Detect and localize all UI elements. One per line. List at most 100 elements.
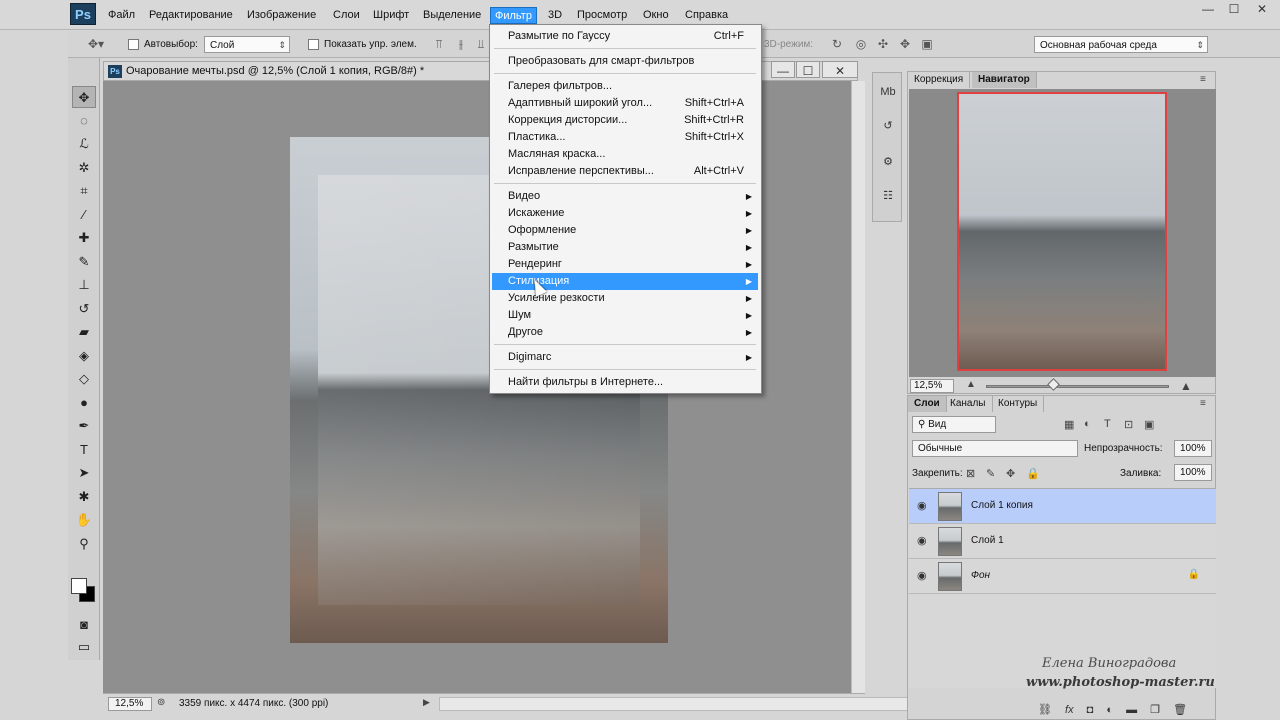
tab-paths[interactable]: Контуры	[992, 396, 1045, 412]
eraser-tool-icon[interactable]: ▰	[72, 321, 96, 343]
maximize-icon[interactable]: ☐	[1222, 0, 1246, 18]
filter-type-icon[interactable]: T	[1104, 418, 1111, 430]
history-icon[interactable]: ↺	[879, 117, 897, 135]
layers-panel-menu-icon[interactable]: ≡	[1200, 398, 1206, 409]
opacity-field[interactable]: 100%	[1174, 440, 1212, 457]
properties-icon[interactable]: ☷	[879, 187, 897, 205]
quick-mask-icon[interactable]: ◙	[72, 614, 96, 636]
filter-menu-item[interactable]: Оформление ▶	[492, 222, 758, 239]
filter-pixel-icon[interactable]: ▦	[1064, 418, 1074, 431]
mask-icon[interactable]: ◘	[1087, 704, 1094, 716]
filter-menu-item[interactable]: Искажение ▶	[492, 205, 758, 222]
eyedropper-tool-icon[interactable]: ⁄	[72, 204, 96, 226]
new-layer-icon[interactable]: ❐	[1150, 704, 1160, 716]
filter-menu-item[interactable]: Коррекция дисторсии... Shift+Ctrl+R	[492, 112, 758, 129]
screen-mode-icon[interactable]: ▭	[72, 636, 96, 658]
status-zoom-field[interactable]: 12,5%	[108, 697, 152, 711]
workspace-dropdown[interactable]: Основная рабочая среда	[1034, 36, 1208, 54]
type-tool-icon[interactable]: T	[72, 439, 96, 461]
align-top-icon[interactable]: ⫪	[432, 37, 446, 51]
folder-icon[interactable]: ▬	[1126, 704, 1137, 716]
filter-menu-item[interactable]: Размытие по Гауссу Ctrl+F	[492, 28, 758, 45]
brush-tool-icon[interactable]: ✎	[72, 251, 96, 273]
path-select-tool-icon[interactable]: ➤	[72, 462, 96, 484]
filter-menu-item[interactable]: Усиление резкости ▶	[492, 290, 758, 307]
filter-menu-item[interactable]: Адаптивный широкий угол... Shift+Ctrl+A	[492, 95, 758, 112]
history-brush-tool-icon[interactable]: ↺	[72, 298, 96, 320]
filter-shape-icon[interactable]: ⊡	[1124, 418, 1133, 431]
menu-help[interactable]: Справка	[681, 7, 732, 24]
rotate-3d-icon[interactable]: ↻	[830, 37, 844, 51]
fx-icon[interactable]: fx	[1065, 704, 1074, 716]
marquee-tool-icon[interactable]: ◌	[72, 110, 96, 132]
lock-transparency-icon[interactable]: ⊠	[966, 467, 975, 480]
menu-file[interactable]: Файл	[104, 7, 139, 24]
move-tool-preset-icon[interactable]: ✥▾	[84, 37, 108, 51]
autoselect-checkbox[interactable]	[128, 39, 139, 50]
actions-icon[interactable]: ⚙	[879, 153, 897, 171]
close-icon[interactable]: ✕	[1250, 0, 1274, 18]
quick-select-tool-icon[interactable]: ✲	[72, 157, 96, 179]
layer-row[interactable]: ◉ Слой 1	[909, 524, 1216, 559]
menu-window[interactable]: Окно	[639, 7, 673, 24]
filter-menu-item[interactable]: Видео ▶	[492, 188, 758, 205]
filter-menu-item[interactable]: Исправление перспективы... Alt+Ctrl+V	[492, 163, 758, 180]
tab-layers[interactable]: Слои	[908, 396, 947, 412]
navigator-zoom-slider[interactable]	[986, 385, 1169, 388]
blur-tool-icon[interactable]: ◇	[72, 368, 96, 390]
doc-close-icon[interactable]: ✕	[822, 61, 858, 78]
filter-menu-item[interactable]: Галерея фильтров...	[492, 78, 758, 95]
crop-tool-icon[interactable]: ⌗	[72, 180, 96, 202]
slide-3d-icon[interactable]: ✥	[898, 37, 912, 51]
status-info-icon[interactable]: ⊚	[157, 697, 165, 708]
clone-stamp-tool-icon[interactable]: ⊥	[72, 274, 96, 296]
filter-smart-icon[interactable]: ▣	[1144, 418, 1154, 431]
filter-menu-item[interactable]: Пластика... Shift+Ctrl+X	[492, 129, 758, 146]
menu-3d[interactable]: 3D	[544, 7, 566, 24]
zoom-tool-icon[interactable]: ⚲	[72, 533, 96, 555]
filter-menu-item[interactable]: Найти фильтры в Интернете...	[492, 374, 758, 391]
menu-type[interactable]: Шрифт	[369, 7, 413, 24]
doc-maximize-icon[interactable]: ☐	[796, 61, 820, 78]
filter-menu-item[interactable]: Преобразовать для смарт-фильтров	[492, 53, 758, 70]
dodge-tool-icon[interactable]: ●	[72, 392, 96, 414]
lock-pixels-icon[interactable]: ✎	[986, 467, 995, 480]
filter-menu-item[interactable]: Масляная краска...	[492, 146, 758, 163]
pan-3d-icon[interactable]: ✣	[876, 37, 890, 51]
align-bottom-icon[interactable]: ⫫	[474, 37, 488, 51]
layer-row[interactable]: ◉ Фон 🔒	[909, 559, 1216, 594]
hand-tool-icon[interactable]: ✋	[72, 509, 96, 531]
blend-mode-dropdown[interactable]: Обычные	[912, 440, 1078, 457]
align-middle-icon[interactable]: ⫲	[454, 37, 468, 51]
menu-image[interactable]: Изображение	[243, 7, 320, 24]
tab-adjustments[interactable]: Коррекция	[908, 72, 971, 88]
filter-adjustment-icon[interactable]: ◐	[1084, 418, 1091, 430]
visibility-eye-icon[interactable]: ◉	[917, 534, 927, 547]
zoom-in-icon[interactable]: ▲	[1180, 379, 1192, 393]
filter-menu-item[interactable]: Другое ▶	[492, 324, 758, 341]
link-icon[interactable]: ⛓	[1038, 704, 1052, 716]
panel-menu-icon[interactable]: ≡	[1200, 74, 1206, 85]
document-horizontal-scrollbar[interactable]	[439, 697, 953, 711]
mini-bridge-icon[interactable]: Mb	[879, 83, 897, 101]
menu-filter[interactable]: Фильтр	[490, 7, 537, 24]
navigator-thumbnail[interactable]	[957, 92, 1167, 371]
filter-menu-item[interactable]: Рендеринг ▶	[492, 256, 758, 273]
doc-minimize-icon[interactable]: —	[771, 61, 795, 78]
tab-channels[interactable]: Каналы	[944, 396, 993, 412]
lock-position-icon[interactable]: ✥	[1006, 467, 1015, 480]
roll-3d-icon[interactable]: ◎	[854, 37, 868, 51]
fill-field[interactable]: 100%	[1174, 464, 1212, 481]
navigator-view[interactable]	[909, 89, 1216, 377]
visibility-eye-icon[interactable]: ◉	[917, 569, 927, 582]
tab-navigator[interactable]: Навигатор	[972, 72, 1037, 88]
trash-icon[interactable]: 🗑	[1173, 704, 1187, 716]
paint-bucket-tool-icon[interactable]: ◈	[72, 345, 96, 367]
menu-view[interactable]: Просмотр	[573, 7, 631, 24]
menu-edit[interactable]: Редактирование	[145, 7, 237, 24]
navigator-zoom-field[interactable]: 12,5%	[910, 379, 954, 393]
zoom-out-icon[interactable]: ▲	[966, 379, 976, 390]
pen-tool-icon[interactable]: ✒	[72, 415, 96, 437]
menu-select[interactable]: Выделение	[419, 7, 485, 24]
filter-menu-item[interactable]: Размытие ▶	[492, 239, 758, 256]
